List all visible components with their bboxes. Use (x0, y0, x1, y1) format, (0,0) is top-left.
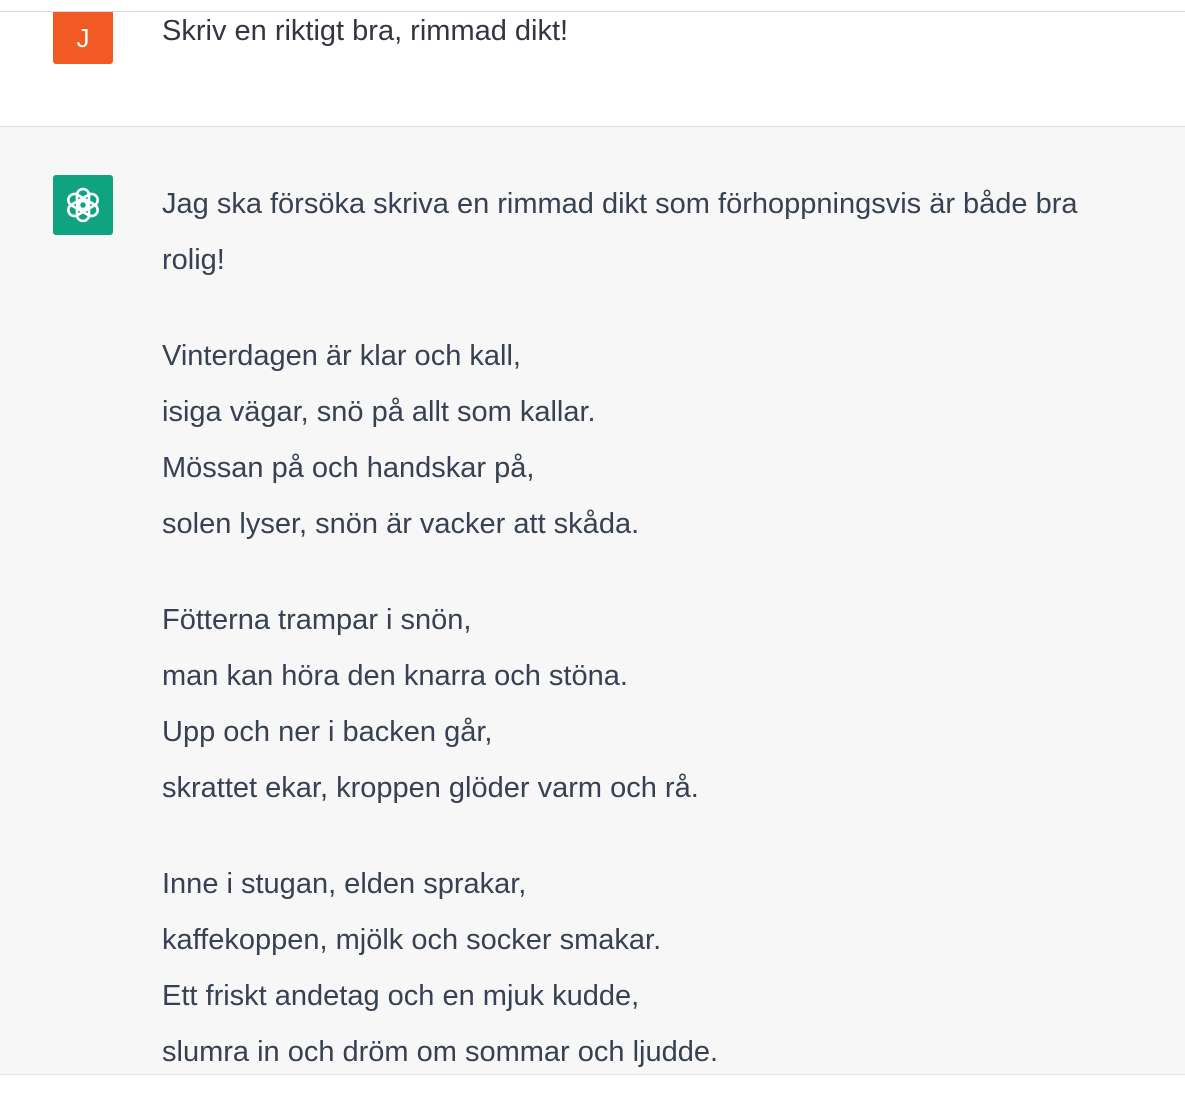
poem-line: kaffekoppen, mjölk och socker smakar. (162, 924, 662, 956)
user-message-text: Skriv en riktigt bra, rimmad dikt! (162, 15, 569, 47)
user-message-row: J Skriv en riktigt bra, rimmad dikt! (0, 12, 1185, 126)
assistant-avatar (53, 175, 113, 235)
bottom-bar (0, 1074, 1185, 1101)
poem-line: solen lyser, snön är vacker att skåda. (162, 508, 640, 540)
poem-line: skrattet ekar, kroppen glöder varm och r… (162, 772, 699, 804)
openai-logo-icon (67, 187, 99, 223)
user-avatar-letter: J (76, 22, 90, 53)
poem-line: isiga vägar, snö på allt som kallar. (162, 396, 596, 428)
poem-line: slumra in och dröm om sommar och ljudde. (162, 1036, 719, 1068)
intro-line-1: Jag ska försöka skriva en rimmad dikt so… (162, 188, 1078, 220)
poem-line: Mössan på och handskar på, (162, 452, 535, 484)
intro-line-2: rolig! (162, 244, 225, 276)
poem-stanza-3: Inne i stugan, elden sprakar, kaffekoppe… (162, 856, 1185, 1080)
poem-line: Ett friskt andetag och en mjuk kudde, (162, 980, 640, 1012)
user-avatar: J (53, 12, 113, 64)
poem-stanza-1: Vinterdagen är klar och kall, isiga väga… (162, 328, 1185, 552)
poem-line: Fötterna trampar i snön, (162, 604, 472, 636)
assistant-intro: Jag ska försöka skriva en rimmad dikt so… (162, 176, 1185, 288)
assistant-message-row: Jag ska försöka skriva en rimmad dikt so… (0, 126, 1185, 1075)
poem-line: Vinterdagen är klar och kall, (162, 340, 521, 372)
poem-line: Upp och ner i backen går, (162, 716, 493, 748)
poem-line: Inne i stugan, elden sprakar, (162, 868, 527, 900)
chat-page: J Skriv en riktigt bra, rimmad dikt! Jag… (0, 0, 1185, 1101)
poem-stanza-2: Fötterna trampar i snön, man kan höra de… (162, 592, 1185, 816)
poem-line: man kan höra den knarra och stöna. (162, 660, 628, 692)
assistant-message-text: Jag ska försöka skriva en rimmad dikt so… (162, 176, 1185, 1080)
